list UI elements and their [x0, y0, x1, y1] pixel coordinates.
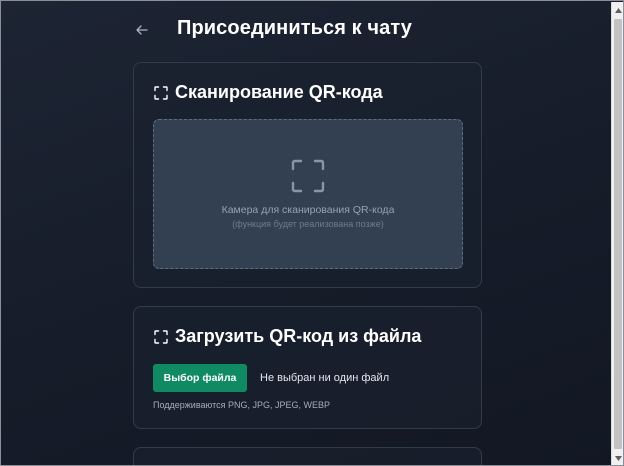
- next-card: [133, 447, 482, 465]
- supported-formats-text: Поддерживаются PNG, JPG, JPEG, WEBP: [153, 400, 330, 410]
- scrollbar-thumb[interactable]: [614, 19, 622, 449]
- app-window: Присоединиться к чату Сканирование QR-ко…: [0, 0, 624, 466]
- scan-qr-heading: Сканирование QR-кода: [154, 82, 383, 103]
- camera-subtext: (функция будет реализована позже): [232, 219, 384, 229]
- file-status-text: Не выбран ни один файл: [260, 372, 390, 384]
- scan-frame-icon: [154, 85, 168, 100]
- scan-qr-title: Сканирование QR-кода: [175, 82, 383, 102]
- scan-frame-icon: [291, 159, 325, 193]
- upload-qr-heading: Загрузить QR-код из файла: [154, 326, 421, 347]
- upload-qr-title: Загрузить QR-код из файла: [175, 326, 422, 346]
- triangle-up-icon: [615, 7, 622, 13]
- scan-qr-card: Сканирование QR-кода Камера для сканиров…: [133, 62, 482, 288]
- page-header: Присоединиться к чату: [133, 15, 412, 45]
- scroll-down-button[interactable]: [612, 451, 623, 465]
- camera-scan-area: Камера для сканирования QR-кода (функция…: [153, 119, 463, 269]
- scroll-up-button[interactable]: [612, 3, 623, 17]
- upload-qr-card: Загрузить QR-код из файла Выбор файла Не…: [133, 306, 482, 429]
- page-title: Присоединиться к чату: [177, 17, 412, 39]
- arrow-left-icon: [136, 25, 148, 35]
- camera-text: Камера для сканирования QR-кода: [221, 204, 395, 216]
- back-button[interactable]: [133, 21, 151, 39]
- triangle-down-icon: [615, 455, 622, 461]
- vertical-scrollbar[interactable]: [611, 2, 623, 465]
- scan-frame-icon: [154, 329, 168, 344]
- choose-file-button[interactable]: Выбор файла: [153, 364, 247, 392]
